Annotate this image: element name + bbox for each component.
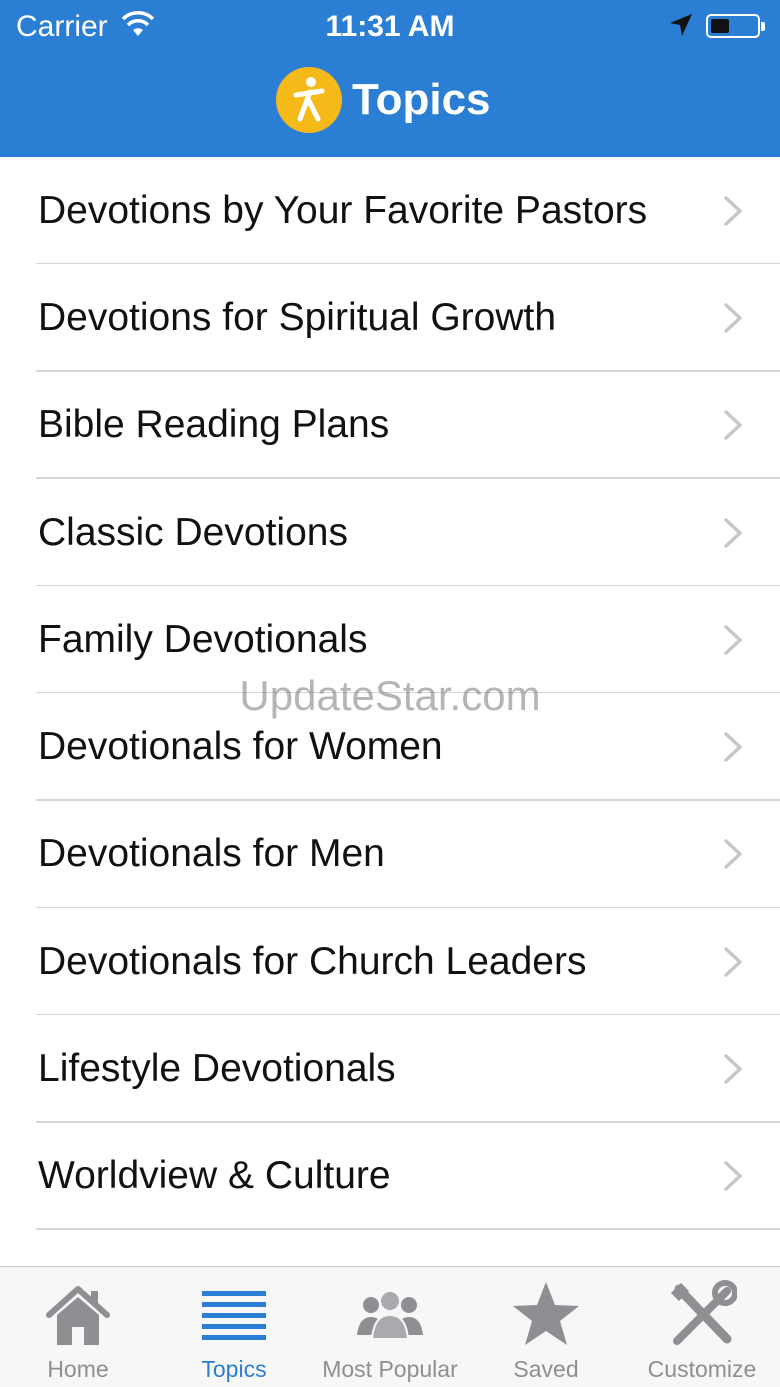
tab-label: Most Popular [322,1356,458,1382]
topic-row[interactable]: Bible Reading Plans [0,372,780,480]
list-icon [202,1291,266,1340]
chevron-right-icon [724,839,742,870]
people-icon [357,1290,423,1340]
topic-row[interactable]: Family Devotionals [0,586,780,694]
topic-label: Devotionals for Women [38,725,443,769]
chevron-right-icon [724,303,742,333]
app-logo-icon [276,67,342,133]
tab-most-popular[interactable]: Most Popular [312,1267,468,1387]
topic-label: Worldview & Culture [38,1154,391,1198]
topic-label: Devotions for Spiritual Growth [38,295,557,339]
topic-row[interactable]: Devotionals for Women [0,693,780,802]
battery-icon [706,14,765,38]
tab-bar: Home Topics Most Popular Saved Customize [0,1266,780,1387]
topic-row[interactable]: Worldview & Culture [0,1123,780,1231]
chevron-right-icon [724,517,742,548]
status-time: 11:31 AM [325,10,455,43]
tools-icon [671,1280,737,1345]
star-icon [513,1282,579,1345]
topic-label: Bible Reading Plans [38,403,390,447]
chevron-right-icon [724,946,742,977]
tab-home[interactable]: Home [0,1267,156,1387]
tab-label: Topics [201,1356,267,1382]
topic-label: Family Devotionals [38,617,368,661]
topic-row[interactable]: Devotions for Spiritual Growth [0,264,780,372]
chevron-right-icon [724,1161,742,1192]
page-title: Topics [352,75,491,124]
tab-label: Saved [513,1356,579,1382]
chevron-right-icon [724,1054,742,1084]
topic-row[interactable]: Devotionals for Men [0,801,780,909]
chevron-right-icon [724,195,742,226]
topics-list: Devotions by Your Favorite Pastors Devot… [0,157,780,1231]
chevron-right-icon [724,410,742,440]
home-icon [46,1286,110,1345]
status-bar: Carrier 11:31 AM [0,0,780,54]
topic-label: Lifestyle Devotionals [38,1047,396,1091]
topic-row[interactable]: Lifestyle Devotionals [0,1015,780,1123]
topic-row[interactable]: Devotionals for Church Leaders [0,908,780,1016]
nav-header: Carrier 11:31 AM Topics [0,0,780,157]
tab-label: Customize [647,1356,757,1382]
topic-row[interactable]: Classic Devotions [0,479,780,587]
chevron-right-icon [724,732,742,762]
topic-label: Classic Devotions [38,510,348,554]
nav-title: Topics [276,66,491,134]
tab-topics[interactable]: Topics [156,1267,312,1387]
topic-row[interactable]: Devotions by Your Favorite Pastors [0,157,780,265]
topic-label: Devotionals for Church Leaders [38,939,587,983]
topic-label: Devotions by Your Favorite Pastors [38,188,648,232]
topic-label: Devotionals for Men [38,832,385,876]
location-arrow-icon [670,14,692,36]
tab-customize[interactable]: Customize [624,1267,780,1387]
tab-saved[interactable]: Saved [468,1267,624,1387]
tab-label: Home [47,1356,109,1382]
chevron-right-icon [724,625,742,655]
